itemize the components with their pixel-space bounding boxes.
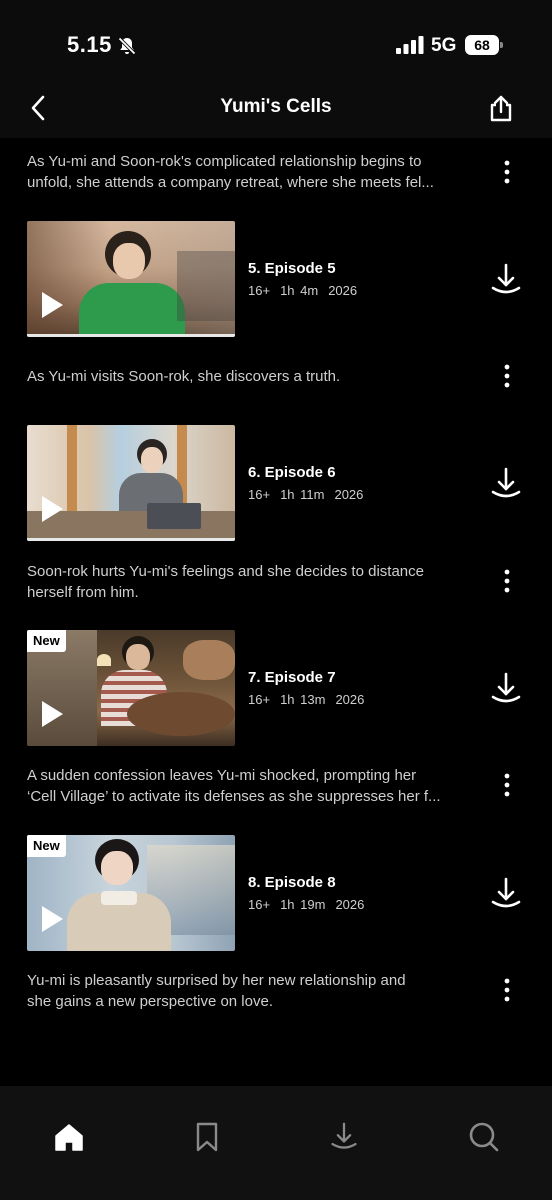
episode-rating: 16+ xyxy=(248,487,271,502)
bell-muted-icon xyxy=(118,37,136,55)
episode-description: Yu-mi is pleasantly surprised by her new… xyxy=(27,970,467,1012)
battery-level: 68 xyxy=(465,35,499,55)
bookmark-icon xyxy=(196,1122,218,1152)
more-vertical-icon xyxy=(504,978,510,1002)
episode-meta: 16+ 1h 19m 2026 xyxy=(248,897,374,912)
episode-thumbnail[interactable]: New xyxy=(27,835,235,951)
battery-icon: 68 xyxy=(465,35,503,55)
episode-title: 5. Episode 5 xyxy=(248,260,336,277)
episode-year: 2026 xyxy=(335,897,365,912)
episode-duration: 1h 13m xyxy=(280,692,326,707)
nav-downloads-button[interactable] xyxy=(327,1120,361,1154)
episode-title: 7. Episode 7 xyxy=(248,669,336,686)
play-icon xyxy=(42,906,63,932)
episode-thumbnail[interactable] xyxy=(27,425,235,541)
download-icon[interactable] xyxy=(490,877,522,911)
signal-icon xyxy=(396,36,424,54)
page-title: Yumi's Cells xyxy=(220,96,332,117)
episode-thumbnail[interactable] xyxy=(27,221,235,337)
episode-row[interactable]: 5. Episode 5 16+ 1h 4m 2026 xyxy=(0,221,552,339)
description-line: As Yu-mi visits Soon-rok, she discovers … xyxy=(27,368,341,385)
nav-home-button[interactable] xyxy=(52,1120,86,1154)
episode-description: Soon-rok hurts Yu-mi's feelings and she … xyxy=(27,561,467,603)
episode-meta: 16+ 1h 4m 2026 xyxy=(248,283,367,298)
episode-description: As Yu-mi visits Soon-rok, she discovers … xyxy=(27,366,467,387)
download-icon xyxy=(331,1122,357,1149)
episode-description: A sudden confession leaves Yu-mi shocked… xyxy=(27,765,467,807)
watch-progress-bar xyxy=(27,334,235,337)
more-options-button[interactable] xyxy=(496,975,518,1005)
episode-duration: 1h 11m xyxy=(280,487,325,502)
episode-row[interactable]: 6. Episode 6 16+ 1h 11m 2026 xyxy=(0,425,552,543)
more-options-button[interactable] xyxy=(496,157,518,187)
more-options-button[interactable] xyxy=(496,566,518,596)
description-line: As Yu-mi and Soon-rok's complicated rela… xyxy=(27,153,422,170)
play-icon xyxy=(42,292,63,318)
description-line: herself from him. xyxy=(27,584,139,601)
download-icon[interactable] xyxy=(490,467,522,501)
bottom-nav xyxy=(0,1086,552,1200)
episode-row[interactable]: New 8. Episode 8 16+ 1h 19m 2026 xyxy=(0,835,552,953)
more-options-button[interactable] xyxy=(496,361,518,391)
episode-meta: 16+ 1h 11m 2026 xyxy=(248,487,373,502)
more-vertical-icon xyxy=(504,160,510,184)
description-line: A sudden confession leaves Yu-mi shocked… xyxy=(27,767,417,784)
description-line: Yu-mi is pleasantly surprised by her new… xyxy=(27,972,406,989)
status-bar: 5.15 5G 68 xyxy=(0,0,552,84)
status-time: 5.15 xyxy=(67,32,112,57)
episode-duration: 1h 4m xyxy=(280,283,319,298)
home-icon xyxy=(55,1124,83,1151)
episode-rating: 16+ xyxy=(248,692,271,707)
episode-rating: 16+ xyxy=(248,283,271,298)
more-vertical-icon xyxy=(504,364,510,388)
description-line: unfold, she attends a company retreat, w… xyxy=(27,174,434,191)
search-icon xyxy=(469,1122,499,1152)
new-badge: New xyxy=(27,835,66,857)
episode-row[interactable]: New 7. Episode 7 16+ 1h 13m 2026 xyxy=(0,630,552,748)
download-icon[interactable] xyxy=(490,263,522,297)
description-line: Soon-rok hurts Yu-mi's feelings and she … xyxy=(27,563,424,580)
share-button[interactable] xyxy=(485,92,517,126)
new-badge: New xyxy=(27,630,66,652)
nav-watchlist-button[interactable] xyxy=(190,1120,224,1154)
nav-search-button[interactable] xyxy=(467,1120,501,1154)
episode-rating: 16+ xyxy=(248,897,271,912)
episode-title: 6. Episode 6 xyxy=(248,464,336,481)
episode-year: 2026 xyxy=(328,283,358,298)
episode-title: 8. Episode 8 xyxy=(248,874,336,891)
episode-thumbnail[interactable]: New xyxy=(27,630,235,746)
share-icon xyxy=(490,95,512,122)
header: Yumi's Cells xyxy=(0,84,552,138)
more-vertical-icon xyxy=(504,569,510,593)
play-icon xyxy=(42,496,63,522)
play-icon xyxy=(42,701,63,727)
network-type: 5G xyxy=(431,35,457,56)
episode-description: As Yu-mi and Soon-rok's complicated rela… xyxy=(27,151,467,193)
more-options-button[interactable] xyxy=(496,770,518,800)
description-line: she gains a new perspective on love. xyxy=(27,993,273,1010)
watch-progress-bar xyxy=(27,538,235,541)
episode-year: 2026 xyxy=(334,487,364,502)
download-icon[interactable] xyxy=(490,672,522,706)
episode-meta: 16+ 1h 13m 2026 xyxy=(248,692,374,707)
episode-duration: 1h 19m xyxy=(280,897,326,912)
more-vertical-icon xyxy=(504,773,510,797)
episode-year: 2026 xyxy=(335,692,365,707)
description-line: ‘Cell Village’ to activate its defenses … xyxy=(27,788,441,805)
